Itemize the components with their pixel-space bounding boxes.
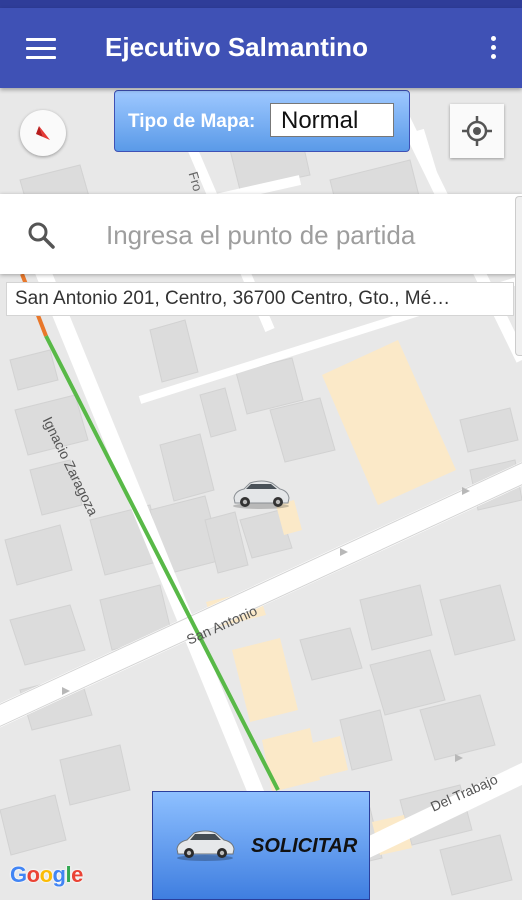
side-drawer-handle[interactable] [515, 196, 522, 356]
car-icon [176, 830, 235, 861]
request-button-label: SOLICITAR [251, 835, 358, 857]
my-location-button[interactable] [450, 104, 504, 158]
my-location-icon [462, 116, 492, 146]
car-icon[interactable] [230, 476, 292, 510]
search-input[interactable] [104, 216, 508, 254]
address-suggestion[interactable]: San Antonio 201, Centro, 36700 Centro, G… [6, 282, 514, 316]
map-type-label: Tipo de Mapa: [128, 111, 256, 132]
more-vert-icon[interactable] [490, 36, 498, 64]
request-button[interactable]: SOLICITAR [152, 791, 370, 900]
search-icon[interactable] [26, 220, 56, 250]
google-logo: Google [10, 862, 83, 887]
app-title: Ejecutivo Salmantino [105, 32, 368, 62]
app-bar: Ejecutivo Salmantino [0, 8, 522, 88]
status-bar [0, 0, 522, 8]
map-type-panel: Tipo de Mapa: Normal [114, 90, 410, 152]
map-type-select[interactable]: Normal [270, 103, 394, 137]
compass-icon[interactable] [20, 110, 66, 156]
hamburger-menu-icon[interactable] [26, 38, 56, 60]
search-box [0, 194, 522, 274]
